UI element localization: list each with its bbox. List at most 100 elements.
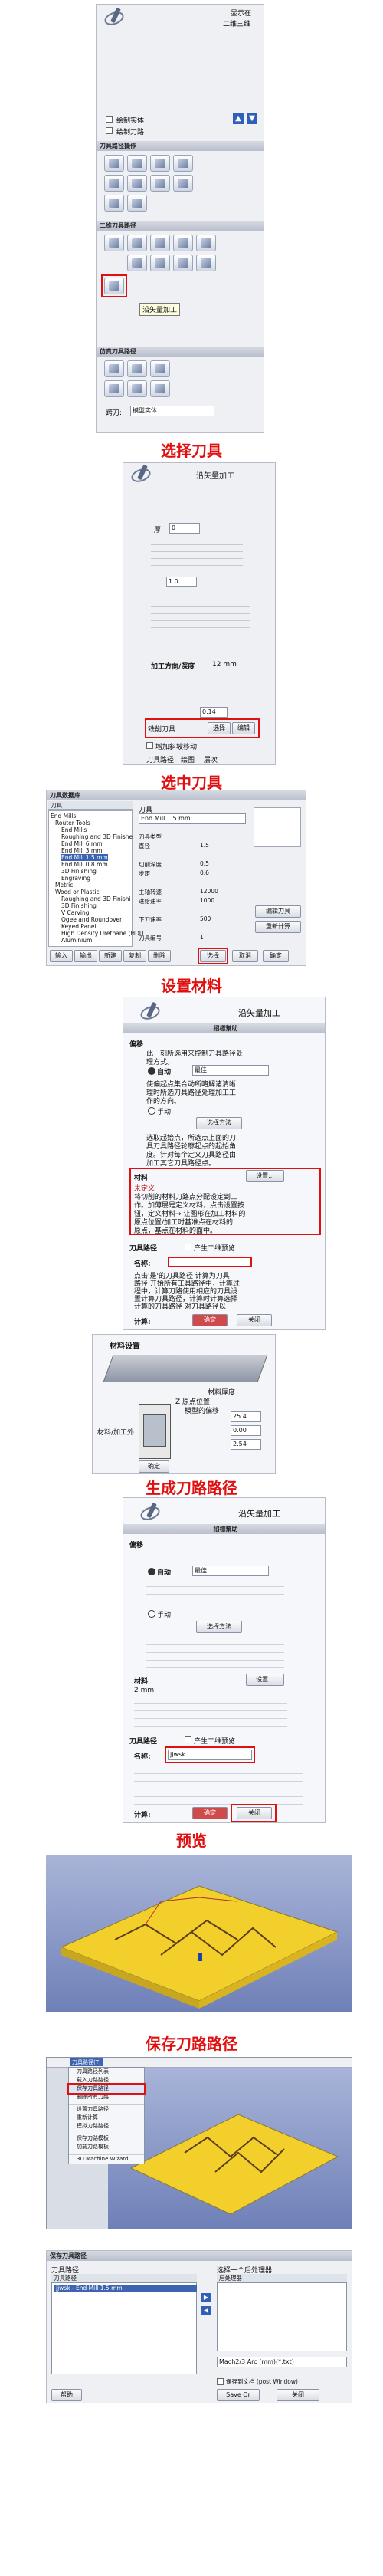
menu-item[interactable]: 重新计算 <box>69 2114 144 2122</box>
sim-tool-3[interactable] <box>150 360 170 377</box>
tool-tree-item[interactable]: 3D Finishing <box>61 902 97 909</box>
new-button[interactable]: 新建 <box>99 950 122 962</box>
up-arrow-icon[interactable]: ▲ <box>233 113 244 124</box>
gen-preview-checkbox[interactable] <box>185 1737 192 1743</box>
op-tool-5[interactable] <box>104 175 124 192</box>
auto-dropdown[interactable]: 最佳 <box>192 1065 269 1076</box>
gen-auto-radio[interactable] <box>148 1568 155 1576</box>
tool-tree-item[interactable]: End Mill 3 mm <box>61 847 103 854</box>
2d-section-bar[interactable]: 二维刀具路径 <box>97 221 264 231</box>
toolpath-list-row[interactable]: jjwsk - End Mill 1.5 mm <box>54 2285 197 2292</box>
toolpath-tool-9[interactable] <box>196 255 216 271</box>
tool-tree-item[interactable]: Router Tools <box>55 820 90 826</box>
sim-tool-1[interactable] <box>104 360 124 377</box>
cancel-button[interactable]: 取消 <box>232 950 258 962</box>
preview-2d-checkbox[interactable] <box>185 1244 192 1250</box>
gen-help-bar[interactable]: 招標幫助 <box>123 1524 325 1534</box>
ramp-checkbox[interactable] <box>146 742 153 749</box>
name-input[interactable] <box>168 1257 252 1267</box>
param-value[interactable]: 0.5 <box>200 860 209 867</box>
gen-manual-button[interactable]: 选择方法 <box>196 1621 242 1633</box>
toolpath-tool-7[interactable] <box>150 255 170 271</box>
manual-select-button[interactable]: 选择方法 <box>196 1117 242 1129</box>
tool-tree-item[interactable]: End Mill 1.5 mm <box>61 854 108 861</box>
menu-item[interactable]: 加载刀路模板 <box>69 2143 144 2151</box>
op-tool-9[interactable] <box>104 195 124 212</box>
param-value[interactable]: 1.5 <box>200 842 209 849</box>
auto-radio[interactable] <box>148 1067 155 1075</box>
gen-material-button[interactable]: 设置... <box>246 1674 284 1686</box>
tool-tree-item[interactable]: Ogee and Roundover <box>61 916 122 923</box>
close-button[interactable]: 关闭 <box>237 1314 272 1326</box>
down-arrow-icon[interactable]: ▼ <box>247 113 257 124</box>
sim-section-bar[interactable]: 仿真刀具路径 <box>97 347 264 356</box>
op-tool-7[interactable] <box>150 175 170 192</box>
right-arrow-icon[interactable]: ▶ <box>201 2293 211 2302</box>
f1-input[interactable]: 0 <box>169 523 200 534</box>
tool-tree-item[interactable]: Engraving <box>61 875 90 882</box>
op-tool-6[interactable] <box>127 175 147 192</box>
toolpath-menu-title[interactable]: 刀具路径(T) <box>70 2058 103 2066</box>
menu-item[interactable]: 删除所有刀路 <box>69 2093 144 2101</box>
param-value[interactable]: 1000 <box>200 897 214 904</box>
sim-tool-4[interactable] <box>104 380 124 397</box>
gen-calc-button[interactable]: 确定 <box>192 1807 228 1819</box>
tool-tree-item[interactable]: High Density Urethane (HDU <box>61 930 143 937</box>
menu-item[interactable]: 刀具路径列表 <box>69 2068 144 2076</box>
op-tool-1[interactable] <box>104 155 124 172</box>
left-arrow-icon[interactable]: ◀ <box>201 2306 211 2315</box>
draw-solid-checkbox[interactable] <box>106 116 113 123</box>
save-output-button[interactable]: Save Or <box>217 2389 260 2401</box>
sim-tool-2[interactable] <box>127 360 147 377</box>
edit-tool-btn[interactable]: 编辑刀具 <box>255 905 301 918</box>
f2-input[interactable]: 1.0 <box>166 577 197 587</box>
val3-input[interactable]: 2.54 <box>231 1439 261 1450</box>
save-doc-checkbox[interactable] <box>217 2378 224 2385</box>
op-tool-3[interactable] <box>150 155 170 172</box>
menu-item[interactable]: 设置刀具路径 <box>69 2105 144 2114</box>
save-close-button[interactable]: 关闭 <box>277 2389 319 2401</box>
tab-drawing[interactable]: 绘图 <box>181 754 195 764</box>
tool-tree-item[interactable]: Metric <box>55 882 73 889</box>
material-ok-button[interactable]: 确定 <box>139 1460 169 1473</box>
tool-tree-item[interactable]: Roughing and 3D Finishe <box>61 833 133 840</box>
tool-tree-item[interactable]: Roughing and 3D Finishi <box>61 895 131 902</box>
op-tool-2[interactable] <box>127 155 147 172</box>
tool-tree-item[interactable]: Wood or Plastic <box>55 889 100 895</box>
gen-manual-radio[interactable] <box>148 1610 155 1618</box>
toolpath-tool-3[interactable] <box>150 235 170 251</box>
calc-button[interactable]: 确定 <box>192 1314 228 1326</box>
tab-toolpath[interactable]: 刀具路径 <box>146 754 174 764</box>
toolpath-tool-4[interactable] <box>173 235 193 251</box>
toolpath-tool-8[interactable] <box>173 255 193 271</box>
sim-tool-5[interactable] <box>127 380 147 397</box>
sim-tool-6[interactable] <box>150 380 170 397</box>
model-dropdown[interactable]: 模型实体 <box>130 406 214 416</box>
ok-button[interactable]: 确定 <box>263 950 289 962</box>
toolpath-tool-6[interactable] <box>127 255 147 271</box>
f3-input[interactable]: 0.14 <box>200 707 228 718</box>
tool-tree-item[interactable]: End Mills <box>51 813 76 820</box>
menu-item[interactable]: 载入刀路路径 <box>69 2076 144 2085</box>
draw-toolpath-checkbox[interactable] <box>106 127 113 134</box>
param-value[interactable]: 0.6 <box>200 869 209 876</box>
tool-tree-item[interactable]: V Carving <box>61 909 89 916</box>
toolpath-tool-2[interactable] <box>127 235 147 251</box>
import-button[interactable]: 输入 <box>50 950 73 962</box>
tab-layers[interactable]: 层次 <box>204 754 218 764</box>
ops-section-bar[interactable]: 刀具路径操作 <box>97 141 264 151</box>
help-button[interactable]: 帮助 <box>51 2389 82 2401</box>
val2-input[interactable]: 0.00 <box>231 1425 261 1436</box>
toolpath-tool-5[interactable] <box>196 235 216 251</box>
tool-tree-item[interactable]: Keyed Panel <box>61 923 97 930</box>
toolpath-tool-1[interactable] <box>104 235 124 251</box>
menu-item[interactable]: 3D Machine Wizard... <box>69 2155 144 2164</box>
val1-input[interactable]: 25.4 <box>231 1411 261 1422</box>
op-tool-4[interactable] <box>173 155 193 172</box>
menu-item[interactable]: 保存刀具路径 <box>67 2083 146 2095</box>
recalc-btn[interactable]: 重新计算 <box>255 921 301 933</box>
tool-name-field[interactable]: End Mill 1.5 mm <box>139 813 246 824</box>
copy-button[interactable]: 复制 <box>123 950 146 962</box>
export-button[interactable]: 输出 <box>74 950 97 962</box>
op-tool-10[interactable] <box>127 195 147 212</box>
